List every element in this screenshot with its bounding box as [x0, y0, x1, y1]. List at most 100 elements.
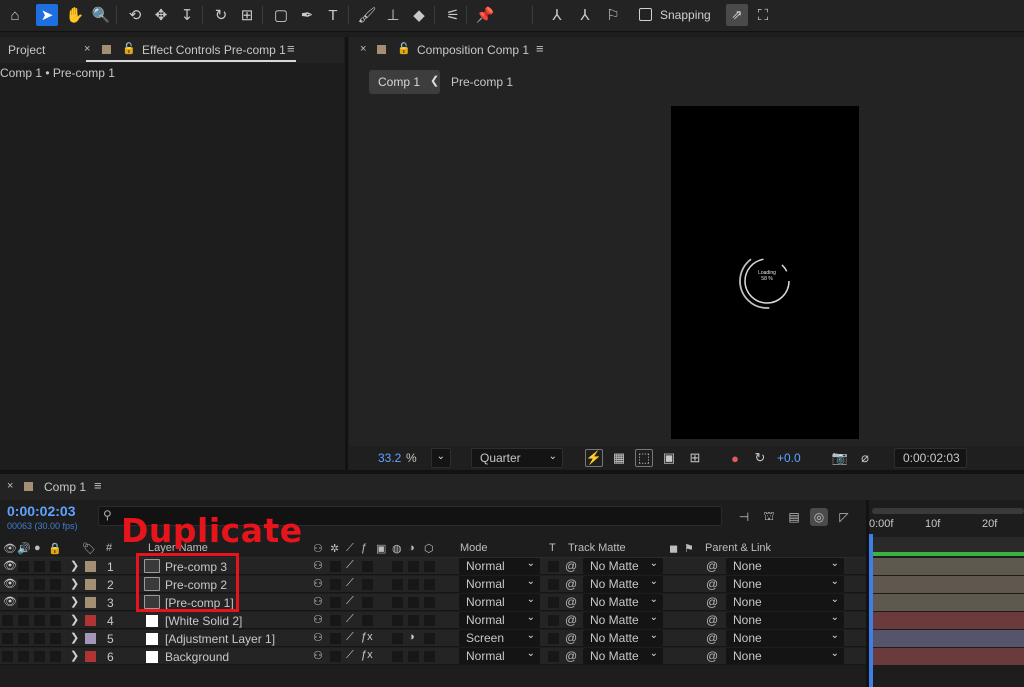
effects-switch-icon[interactable]: ƒx — [361, 631, 373, 643]
layer-name[interactable]: Background — [165, 650, 229, 664]
shy-switch-icon[interactable]: ⚇ — [313, 631, 323, 644]
layer-duration-bar[interactable] — [873, 630, 1024, 647]
resolution-dropdown[interactable]: Quarter ⌄ — [471, 448, 563, 468]
shy-switch-icon[interactable]: ⚇ — [313, 649, 323, 662]
lock-icon[interactable]: 🔓 — [397, 42, 411, 55]
adjustment-layer-icon[interactable]: ◑ — [408, 631, 415, 643]
tab-composition[interactable]: Composition Comp 1 — [417, 43, 529, 57]
solo-switch[interactable] — [34, 651, 45, 662]
parent-dropdown[interactable]: None ⌄ — [726, 594, 844, 610]
effects-switch[interactable] — [362, 579, 373, 590]
solo-switch[interactable] — [34, 633, 45, 644]
matte-pickwhip-icon[interactable]: @ — [565, 595, 577, 609]
snap-options-icon[interactable]: ⇗ — [726, 4, 748, 26]
axis-view-icon[interactable]: ⚐ — [602, 4, 624, 26]
preserve-transparency-switch[interactable] — [548, 561, 559, 572]
chevron-right-icon[interactable]: ❯ — [70, 631, 79, 644]
motion-blur-switch[interactable] — [392, 633, 403, 644]
orbit-camera-icon[interactable]: ⟲ — [124, 4, 146, 26]
lock-switch[interactable] — [50, 633, 61, 644]
effects-switch[interactable] — [362, 561, 373, 572]
parent-dropdown[interactable]: None ⌄ — [726, 648, 844, 664]
audio-switch[interactable] — [18, 633, 29, 644]
audio-switch[interactable] — [18, 615, 29, 626]
shy-switch-icon[interactable]: ⚇ — [313, 613, 323, 626]
current-time-display[interactable]: 0:00:02:03 — [7, 503, 76, 519]
comp-mini-flowchart-icon[interactable]: ⊣ — [735, 508, 753, 526]
color-channels-icon[interactable]: ● — [726, 449, 744, 467]
blend-mode-dropdown[interactable]: Normal ⌄ — [459, 648, 540, 664]
video-switch[interactable] — [2, 651, 13, 662]
quality-switch-icon[interactable]: ⟋ — [346, 577, 354, 590]
lock-switch[interactable] — [50, 597, 61, 608]
lock-switch[interactable] — [50, 561, 61, 572]
effects-switch[interactable] — [362, 615, 373, 626]
camera-snapshot-icon[interactable]: 📷 — [831, 449, 849, 467]
label-color-swatch[interactable] — [85, 561, 96, 572]
show-snapshot-icon[interactable]: ⌀ — [856, 449, 874, 467]
parent-dropdown[interactable]: None ⌄ — [726, 558, 844, 574]
3d-layer-switch[interactable] — [424, 615, 435, 626]
parent-dropdown[interactable]: None ⌄ — [726, 630, 844, 646]
chevron-right-icon[interactable]: ❯ — [70, 559, 79, 572]
clone-stamp-tool-icon[interactable]: ⊥ — [382, 4, 404, 26]
adjustment-switch[interactable] — [408, 651, 419, 662]
3d-layer-switch[interactable] — [424, 633, 435, 644]
roto-brush-tool-icon[interactable]: ⚟ — [442, 4, 464, 26]
layer-row[interactable]: 👁 ❯ 1 Pre-comp 3 ⚇ ⟋ Normal ⌄ @ No Matte ⌄ @ None ⌄ — [0, 558, 866, 575]
blend-mode-dropdown[interactable]: Normal ⌄ — [459, 558, 540, 574]
video-switch[interactable] — [2, 633, 13, 644]
quality-switch-icon[interactable]: ⟋ — [346, 613, 354, 626]
draft-3d-icon[interactable]: ⛫ — [760, 508, 778, 526]
preserve-transparency-switch[interactable] — [548, 615, 559, 626]
layer-duration-bar[interactable] — [873, 558, 1024, 575]
adjustment-switch[interactable] — [408, 615, 419, 626]
pen-tool-icon[interactable]: ✒ — [296, 4, 318, 26]
parent-pickwhip-icon[interactable]: @ — [706, 631, 718, 645]
solo-switch[interactable] — [34, 579, 45, 590]
current-time-indicator[interactable] — [869, 534, 873, 687]
label-color-swatch[interactable] — [85, 615, 96, 626]
collapse-switch[interactable] — [330, 597, 341, 608]
quality-switch-icon[interactable]: ⟋ — [346, 595, 354, 608]
tab-effect-controls[interactable]: Effect Controls Pre-comp 1 — [142, 43, 286, 57]
eye-icon[interactable]: 👁 — [3, 595, 17, 608]
collapse-switch[interactable] — [330, 579, 341, 590]
close-icon[interactable]: × — [84, 43, 90, 55]
panel-menu-icon[interactable]: ≡ — [287, 41, 295, 56]
parent-pickwhip-icon[interactable]: @ — [706, 613, 718, 627]
type-tool-icon[interactable]: T — [322, 4, 344, 26]
shy-layers-icon[interactable]: ▤ — [785, 508, 803, 526]
track-matte-dropdown[interactable]: No Matte ⌄ — [583, 612, 663, 628]
snapping-checkbox[interactable] — [639, 8, 652, 21]
solo-switch[interactable] — [34, 597, 45, 608]
motion-blur-switch[interactable] — [392, 579, 403, 590]
adjustment-switch[interactable] — [408, 579, 419, 590]
tab-project[interactable]: Project — [8, 43, 45, 57]
layer-row[interactable]: ❯ 4 [White Solid 2] ⚇ ⟋ Normal ⌄ @ No Matte ⌄ @ Non… — [0, 612, 866, 629]
label-color-swatch[interactable] — [85, 633, 96, 644]
panel-menu-icon[interactable]: ≡ — [536, 41, 544, 56]
zoom-tool-icon[interactable]: 🔍 — [90, 4, 112, 26]
reset-exposure-icon[interactable]: ↻ — [751, 449, 769, 467]
blend-mode-dropdown[interactable]: Normal ⌄ — [459, 612, 540, 628]
3d-layer-switch[interactable] — [424, 579, 435, 590]
matte-pickwhip-icon[interactable]: @ — [565, 613, 577, 627]
home-icon[interactable]: ⌂ — [4, 4, 26, 26]
layer-name[interactable]: [Adjustment Layer 1] — [165, 632, 275, 646]
rectangle-tool-icon[interactable]: ▢ — [270, 4, 292, 26]
label-color-swatch[interactable] — [85, 651, 96, 662]
chevron-right-icon[interactable]: ❯ — [70, 613, 79, 626]
collapse-switch[interactable] — [330, 561, 341, 572]
zoom-dropdown[interactable]: ⌄ — [431, 448, 451, 468]
matte-pickwhip-icon[interactable]: @ — [565, 631, 577, 645]
motion-blur-switch[interactable] — [392, 615, 403, 626]
comp-tab-precomp1[interactable]: Pre-comp 1 — [451, 75, 513, 89]
layer-duration-bar[interactable] — [873, 594, 1024, 611]
solo-switch[interactable] — [34, 561, 45, 572]
label-color-swatch[interactable] — [85, 597, 96, 608]
layer-row[interactable]: 👁 ❯ 2 Pre-comp 2 ⚇ ⟋ Normal ⌄ @ No Matte ⌄ @ None ⌄ — [0, 576, 866, 593]
lock-switch[interactable] — [50, 615, 61, 626]
motion-blur-switch[interactable] — [392, 651, 403, 662]
frame-blending-icon[interactable]: ◎ — [810, 508, 828, 526]
